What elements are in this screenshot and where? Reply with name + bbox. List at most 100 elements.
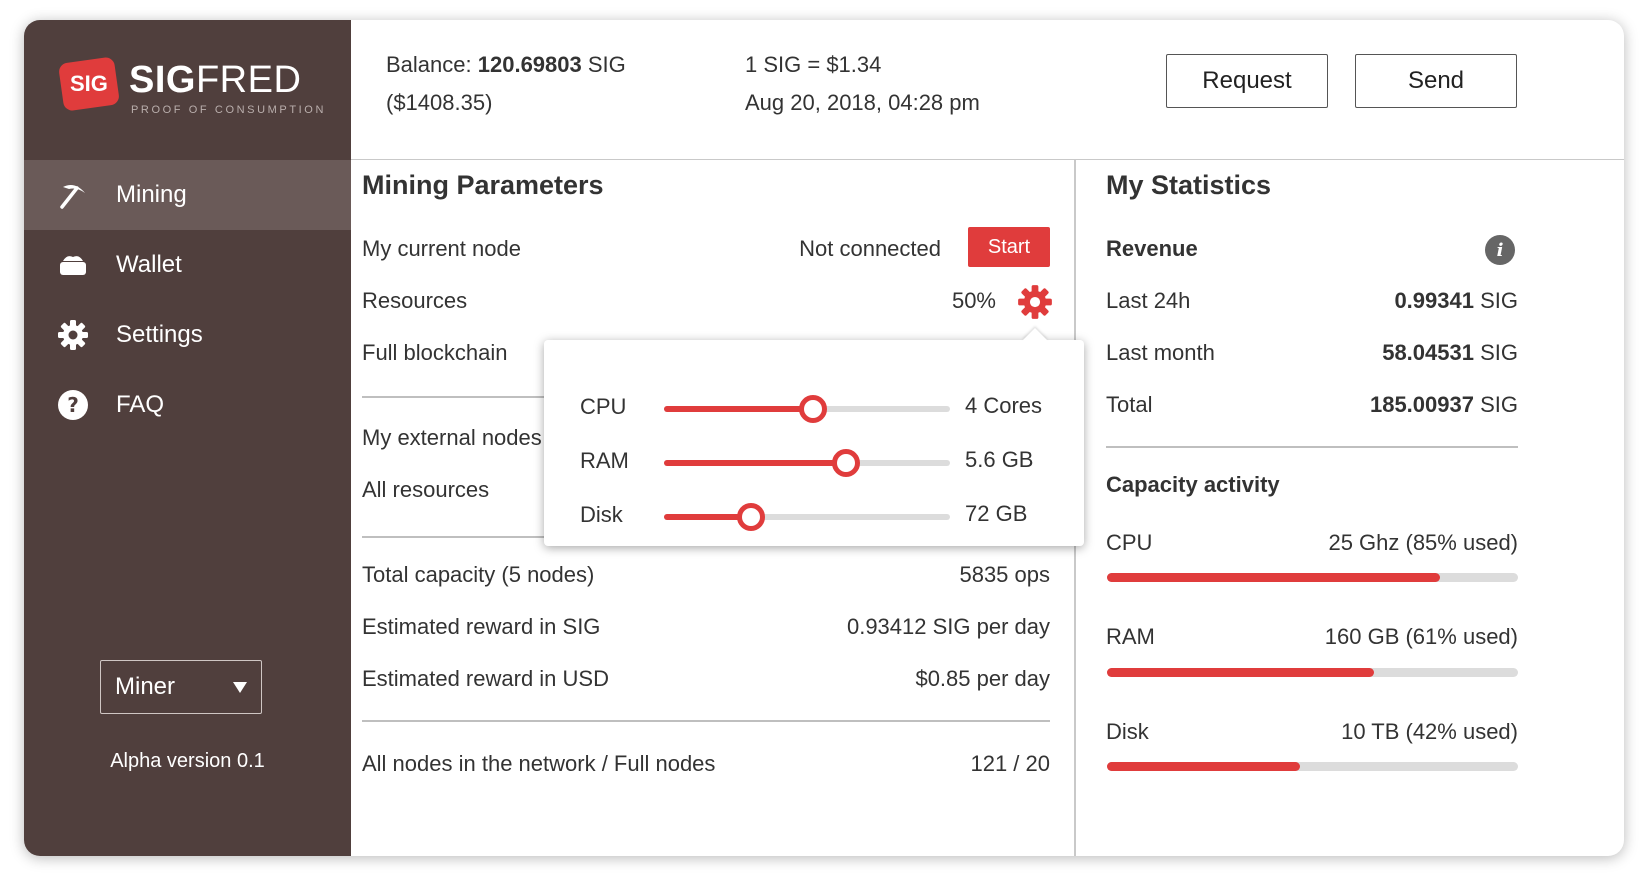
reward-usd-label: Estimated reward in USD bbox=[362, 666, 609, 691]
role-select[interactable]: Miner bbox=[100, 660, 262, 714]
cpu-slider[interactable] bbox=[664, 395, 950, 423]
bar-fill bbox=[1107, 573, 1440, 582]
revenue-total-label: Total bbox=[1106, 392, 1153, 417]
revenue-24h-unit: SIG bbox=[1480, 288, 1518, 313]
resources-label: Resources bbox=[362, 288, 468, 313]
slider-fill bbox=[664, 406, 813, 412]
revenue-month-amount: 58.04531 bbox=[1382, 340, 1474, 365]
disk-slider-value: 72 GB bbox=[965, 501, 1028, 526]
cpu-slider-row: CPU 4 Cores bbox=[544, 388, 1084, 428]
pickaxe-icon bbox=[56, 178, 90, 212]
gear-icon bbox=[56, 318, 90, 352]
capacity-ram-label: RAM bbox=[1106, 624, 1155, 649]
disk-slider[interactable] bbox=[664, 503, 950, 531]
capacity-disk-label: Disk bbox=[1106, 719, 1149, 744]
info-icon[interactable]: i bbox=[1485, 235, 1515, 265]
logo-wordmark: SIGFRED bbox=[129, 60, 301, 100]
balance-usd: ($1408.35) bbox=[386, 90, 493, 115]
sidebar-item-faq[interactable]: ? FAQ bbox=[24, 370, 351, 440]
popup-arrow bbox=[1022, 328, 1048, 341]
wallet-icon bbox=[56, 248, 90, 282]
balance-label: Balance: bbox=[386, 52, 472, 77]
svg-text:?: ? bbox=[67, 393, 79, 417]
sidebar-item-label: Mining bbox=[116, 181, 187, 208]
rate-value: 1 SIG = $1.34 bbox=[745, 52, 882, 77]
capacity-cpu-value: 25 Ghz (85% used) bbox=[1328, 530, 1518, 555]
capacity-ram-value: 160 GB (61% used) bbox=[1324, 624, 1518, 649]
slider-fill bbox=[664, 460, 846, 466]
all-resources-label: All resources bbox=[362, 477, 490, 502]
bar-fill bbox=[1107, 762, 1301, 771]
sidebar-item-label: Wallet bbox=[116, 251, 182, 278]
revenue-total-unit: SIG bbox=[1480, 392, 1518, 417]
stats-panel-title: My Statistics bbox=[1106, 170, 1272, 200]
divider bbox=[1106, 446, 1518, 448]
send-button[interactable]: Send bbox=[1355, 54, 1517, 108]
cpu-slider-value: 4 Cores bbox=[965, 393, 1043, 418]
cpu-slider-label: CPU bbox=[580, 394, 627, 419]
capacity-ram-bar bbox=[1107, 668, 1518, 677]
ram-slider-label: RAM bbox=[580, 448, 629, 473]
full-blockchain-label: Full blockchain bbox=[362, 340, 508, 365]
request-button[interactable]: Request bbox=[1166, 54, 1328, 108]
revenue-month-label: Last month bbox=[1106, 340, 1215, 365]
sidebar-item-settings[interactable]: Settings bbox=[24, 300, 351, 370]
caret-down-icon bbox=[233, 682, 247, 693]
logo-word-bold: SIG bbox=[129, 59, 196, 101]
revenue-24h-label: Last 24h bbox=[1106, 288, 1191, 313]
rate-datetime: Aug 20, 2018, 04:28 pm bbox=[745, 90, 980, 115]
role-select-value: Miner bbox=[115, 673, 176, 700]
reward-sig-value: 0.93412 SIG per day bbox=[846, 614, 1050, 639]
revenue-total-value: 185.00937 SIG bbox=[1370, 392, 1518, 418]
exchange-rate: 1 SIG = $1.34 Aug 20, 2018, 04:28 pm bbox=[745, 46, 980, 122]
sidebar: SIG SIGFRED PROOF OF CONSUMPTION Mining … bbox=[24, 20, 351, 856]
slider-thumb[interactable] bbox=[831, 449, 860, 477]
balance-value: 120.69803 bbox=[477, 52, 582, 77]
bar-fill bbox=[1107, 668, 1375, 677]
logo-badge-text: SIG bbox=[70, 71, 108, 96]
resources-gear-icon[interactable] bbox=[1017, 284, 1053, 320]
current-node-status: Not connected bbox=[799, 236, 941, 261]
disk-slider-row: Disk 72 GB bbox=[544, 496, 1084, 536]
total-capacity-label: Total capacity (5 nodes) bbox=[362, 562, 595, 587]
revenue-month-unit: SIG bbox=[1480, 340, 1518, 365]
current-node-label: My current node bbox=[362, 236, 521, 261]
logo-word-thin: FRED bbox=[195, 59, 302, 101]
reward-usd-value: $0.85 per day bbox=[915, 666, 1050, 691]
divider bbox=[362, 720, 1050, 722]
ram-slider-value: 5.6 GB bbox=[965, 447, 1034, 472]
sidebar-nav: Mining Wallet Settings ? FAQ bbox=[24, 160, 351, 440]
total-capacity-value: 5835 ops bbox=[959, 562, 1050, 587]
revenue-month-value: 58.04531 SIG bbox=[1382, 340, 1518, 366]
network-nodes-value: 121 / 20 bbox=[970, 751, 1050, 776]
revenue-24h-amount: 0.99341 bbox=[1394, 288, 1474, 313]
sidebar-item-mining[interactable]: Mining bbox=[24, 160, 351, 230]
capacity-heading: Capacity activity bbox=[1106, 472, 1280, 497]
app-window: SIG SIGFRED PROOF OF CONSUMPTION Mining … bbox=[24, 20, 1624, 856]
capacity-disk-bar bbox=[1107, 762, 1518, 771]
header: Balance: 120.69803 SIG ($1408.35) 1 SIG … bbox=[351, 20, 1624, 160]
sidebar-item-wallet[interactable]: Wallet bbox=[24, 230, 351, 300]
revenue-total-amount: 185.00937 bbox=[1369, 392, 1474, 417]
resources-popup: CPU 4 Cores RAM 5.6 GB Disk 72 GB bbox=[544, 328, 1084, 546]
balance: Balance: 120.69803 SIG ($1408.35) bbox=[386, 46, 626, 122]
capacity-cpu-bar bbox=[1107, 573, 1518, 582]
logo: SIG SIGFRED PROOF OF CONSUMPTION bbox=[57, 48, 323, 128]
capacity-cpu-label: CPU bbox=[1106, 530, 1153, 555]
mining-panel-title: Mining Parameters bbox=[362, 170, 604, 200]
slider-thumb[interactable] bbox=[798, 395, 827, 423]
balance-unit: SIG bbox=[587, 52, 626, 77]
external-nodes-label: My external nodes bbox=[362, 425, 542, 450]
ram-slider-row: RAM 5.6 GB bbox=[544, 442, 1084, 482]
sidebar-item-label: FAQ bbox=[116, 391, 165, 418]
sidebar-item-label: Settings bbox=[116, 321, 203, 348]
network-nodes-label: All nodes in the network / Full nodes bbox=[362, 751, 716, 776]
ram-slider[interactable] bbox=[664, 449, 950, 477]
reward-sig-label: Estimated reward in SIG bbox=[362, 614, 601, 639]
capacity-disk-value: 10 TB (42% used) bbox=[1341, 719, 1518, 744]
logo-badge: SIG bbox=[57, 56, 121, 112]
revenue-heading: Revenue bbox=[1106, 236, 1198, 261]
slider-thumb[interactable] bbox=[737, 503, 766, 531]
start-button[interactable]: Start bbox=[968, 227, 1050, 267]
disk-slider-label: Disk bbox=[580, 502, 623, 527]
